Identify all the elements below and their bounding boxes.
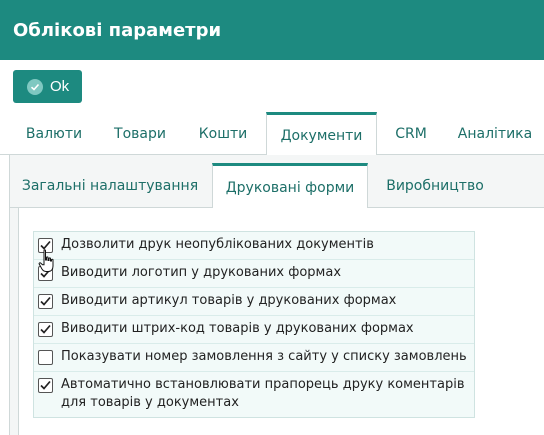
option-label: Виводити логотип у друкованих формах xyxy=(61,265,342,280)
tab-label: CRM xyxy=(395,125,427,142)
tab-production[interactable]: Виробництво xyxy=(375,163,495,208)
tab-label: Товари xyxy=(114,125,166,142)
check-circle-icon xyxy=(27,78,43,95)
tab-analytics[interactable]: Аналітика xyxy=(450,112,540,155)
ok-button-label: Ok xyxy=(50,78,70,95)
options-list: Дозволити друк неопублікованих документі… xyxy=(33,231,475,418)
tab-label: Загальні налаштування xyxy=(21,177,199,194)
window-title-bar: Облікові параметри xyxy=(0,0,544,60)
tab-products[interactable]: Товари xyxy=(100,112,180,155)
option-label: Виводити артикул товарів у друкованих фо… xyxy=(61,293,397,308)
option-label: Автоматично встановлювати прапорець друк… xyxy=(61,377,465,410)
option-label: Виводити штрих-код товарів у друкованих … xyxy=(61,321,414,336)
checkbox[interactable] xyxy=(38,322,53,337)
main-tab-bar: Валюти Товари Кошти Документи CRM Аналіт… xyxy=(0,112,544,156)
window-title: Облікові параметри xyxy=(13,19,222,41)
tab-label: Виробництво xyxy=(386,177,484,194)
ok-button[interactable]: Ok xyxy=(13,70,82,103)
checkbox[interactable] xyxy=(38,350,53,365)
option-row-barcode[interactable]: Виводити штрих-код товарів у друкованих … xyxy=(34,316,474,344)
tab-label: Кошти xyxy=(198,125,248,142)
tab-documents[interactable]: Документи xyxy=(266,112,377,156)
tab-general-settings[interactable]: Загальні налаштування xyxy=(20,163,200,208)
option-row-logo[interactable]: Виводити логотип у друкованих формах xyxy=(34,260,474,288)
option-row-allow-unpublished[interactable]: Дозволити друк неопублікованих документі… xyxy=(34,232,474,260)
option-row-auto-comment-print[interactable]: Автоматично встановлювати прапорець друк… xyxy=(34,372,474,417)
checkbox[interactable] xyxy=(38,266,53,281)
tab-funds[interactable]: Кошти xyxy=(188,112,258,155)
option-label: Дозволити друк неопублікованих документі… xyxy=(61,237,374,252)
tab-label: Друковані форми xyxy=(225,179,355,196)
sub-tab-bar: Загальні налаштування Друковані форми Ви… xyxy=(9,163,544,209)
tab-label: Валюти xyxy=(25,125,83,142)
tab-currencies[interactable]: Валюти xyxy=(14,112,94,155)
option-row-site-order-number[interactable]: Показувати номер замовлення з сайту у сп… xyxy=(34,344,474,372)
option-label: Показувати номер замовлення з сайту у сп… xyxy=(61,349,467,364)
checkbox[interactable] xyxy=(38,294,53,309)
tab-crm[interactable]: CRM xyxy=(385,112,437,155)
checkbox[interactable] xyxy=(38,238,53,253)
option-row-article[interactable]: Виводити артикул товарів у друкованих фо… xyxy=(34,288,474,316)
tab-label: Аналітика xyxy=(457,125,533,142)
tab-label: Документи xyxy=(280,127,363,144)
tab-print-forms[interactable]: Друковані форми xyxy=(212,163,368,209)
checkbox[interactable] xyxy=(38,378,53,393)
